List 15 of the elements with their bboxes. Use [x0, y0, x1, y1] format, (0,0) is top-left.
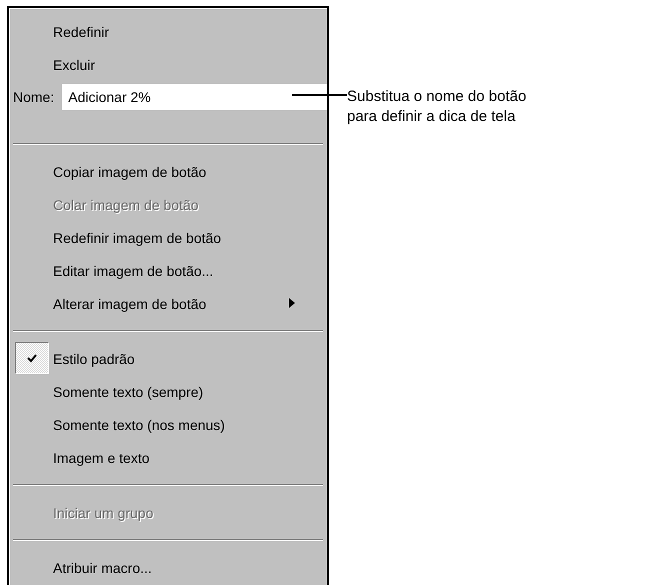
menu-item[interactable]: Redefinir: [9, 15, 327, 48]
menu-item[interactable]: Copiar imagem de botão: [9, 155, 327, 188]
callout-text: para definir a dica de tela: [347, 107, 516, 127]
callout-text: Substitua o nome do botão: [347, 87, 526, 107]
name-label: Nome:: [13, 89, 54, 105]
menu-item[interactable]: Imagem e texto: [9, 441, 327, 474]
menu-item[interactable]: Excluir: [9, 48, 327, 81]
menu-item[interactable]: Editar imagem de botão...: [9, 254, 327, 287]
menu-item[interactable]: Somente texto (sempre): [9, 375, 327, 408]
menu-item[interactable]: Atribuir macro...: [9, 551, 327, 584]
menu-item[interactable]: Somente texto (nos menus): [9, 408, 327, 441]
name-field[interactable]: Adicionar 2%: [62, 84, 327, 110]
menu-item[interactable]: Estilo padrão: [9, 342, 327, 375]
menu-item[interactable]: Alterar imagem de botão: [9, 287, 327, 320]
menu-item[interactable]: Redefinir imagem de botão: [9, 221, 327, 254]
